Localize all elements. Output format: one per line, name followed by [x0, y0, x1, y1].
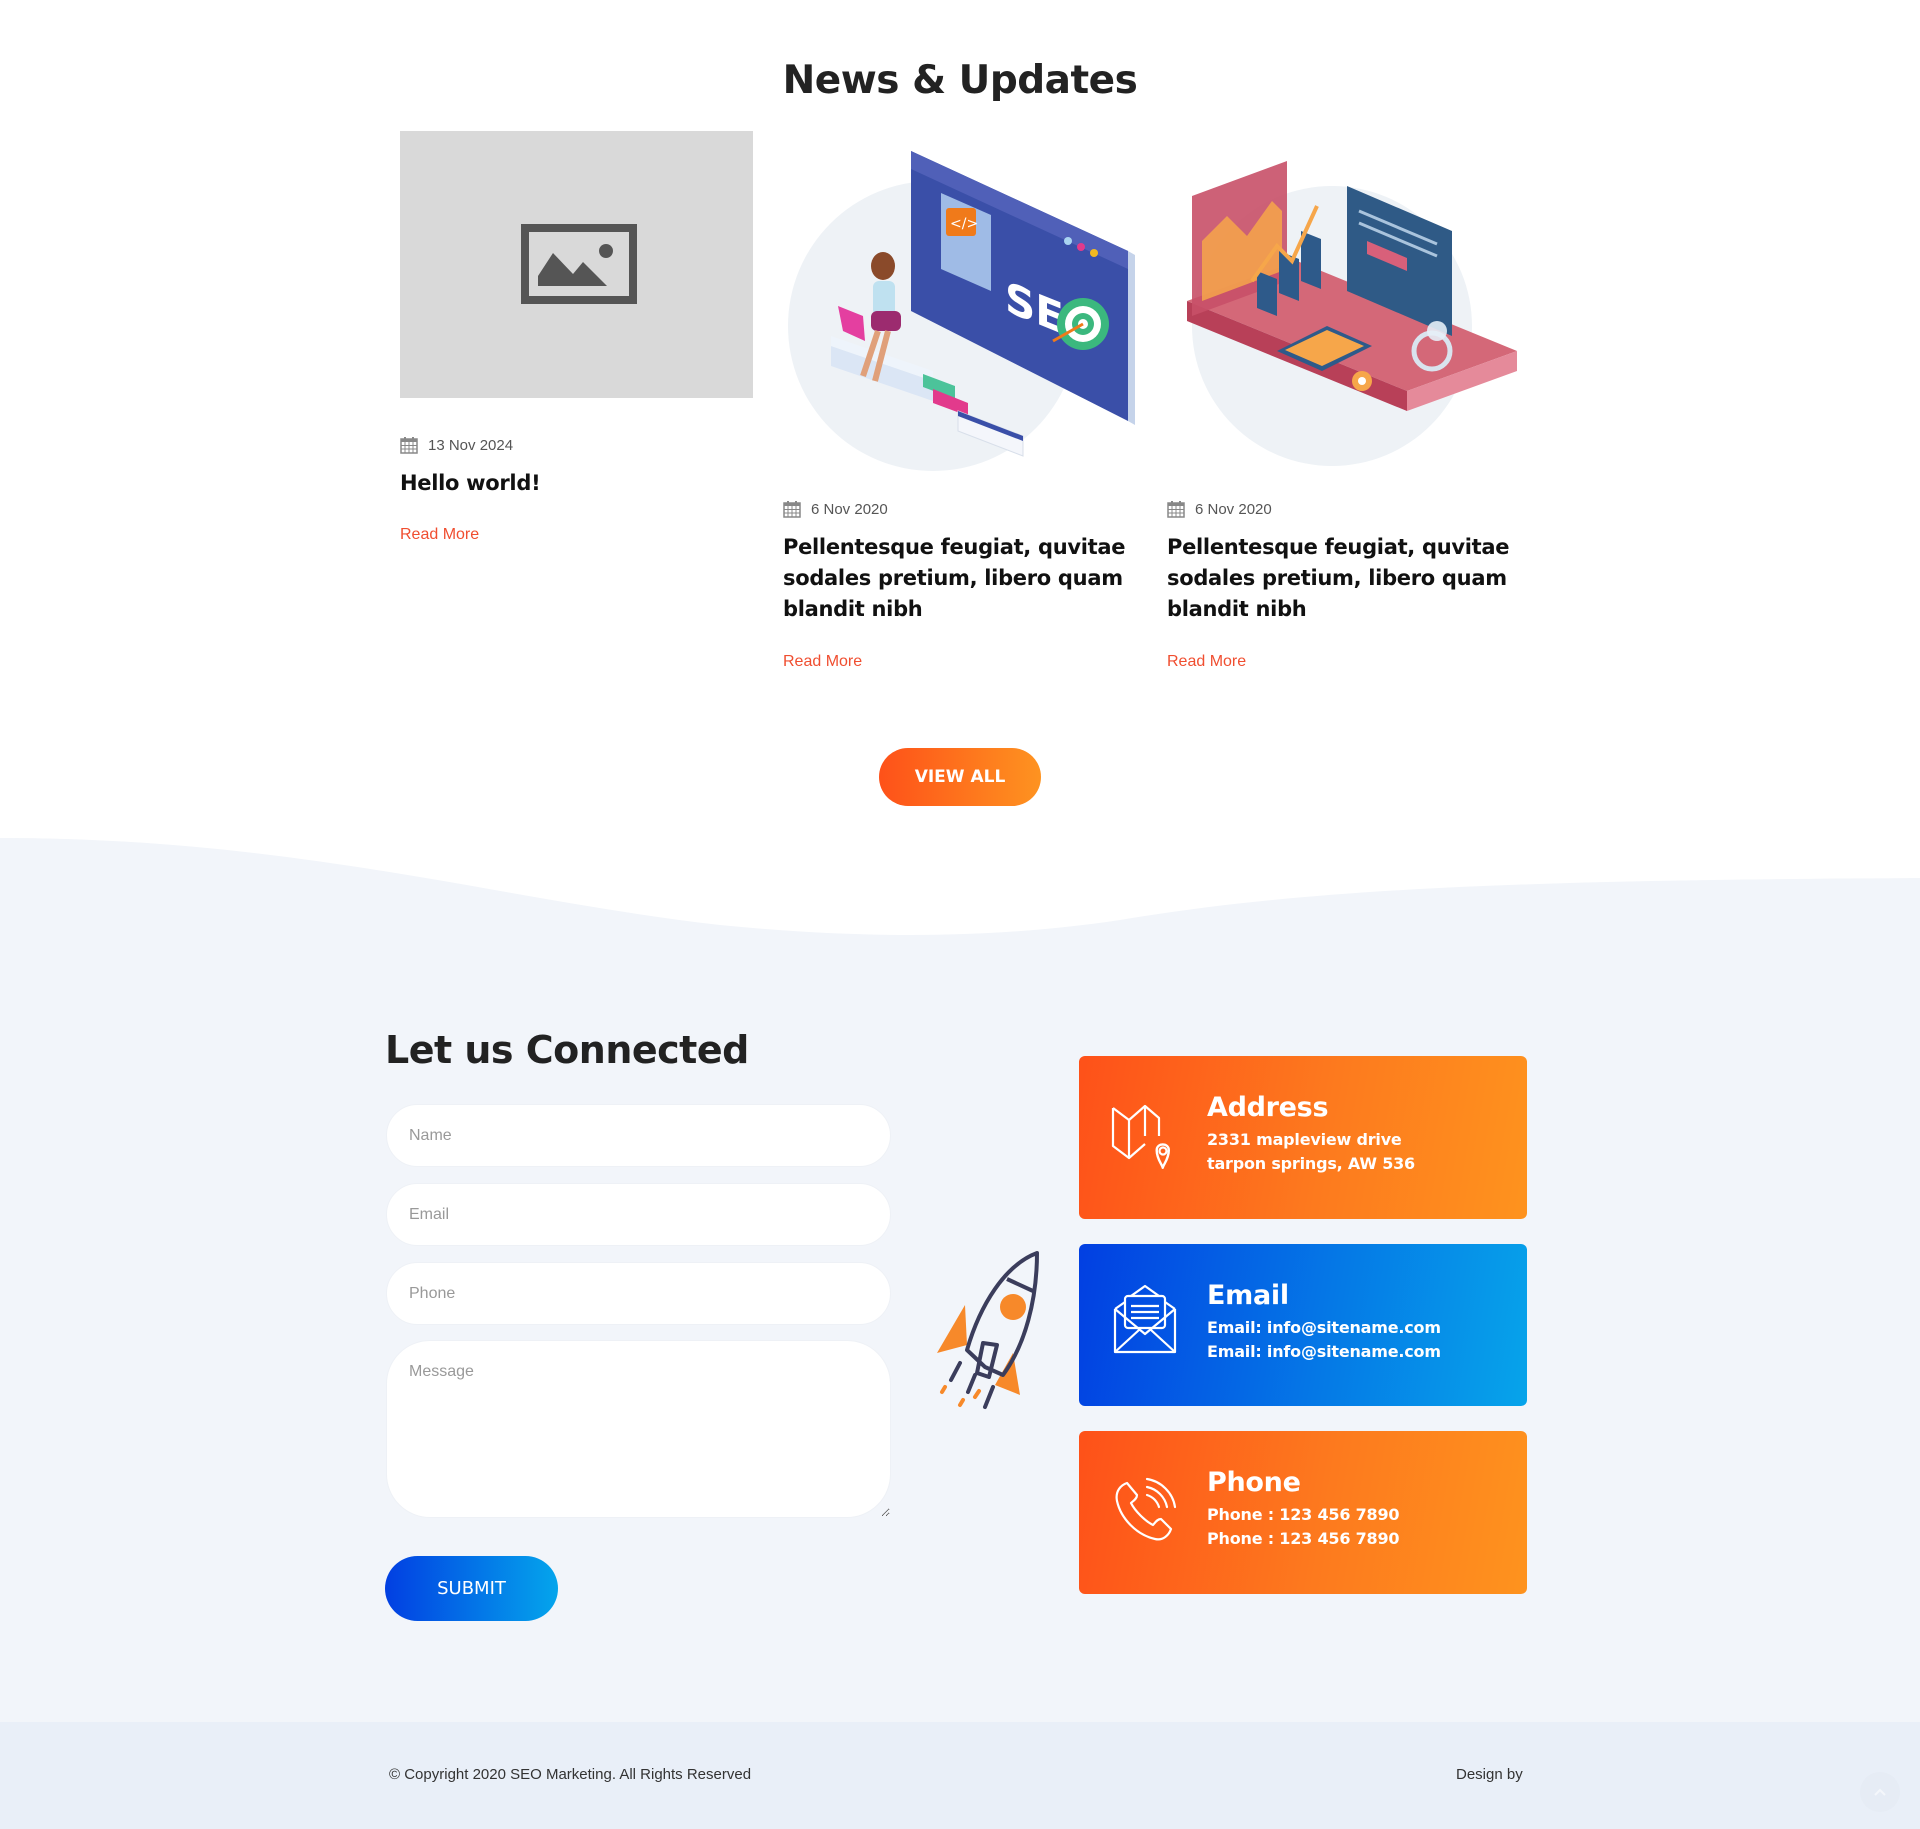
rocket-icon [937, 1251, 1039, 1409]
calendar-icon [400, 437, 418, 454]
news-card: 6 Nov 2020 Pellentesque feugiat, quvitae… [1167, 131, 1523, 671]
email-line-2[interactable]: Email: info@sitename.com [1207, 1340, 1441, 1364]
seo-illustration[interactable]: </> SE [783, 131, 1139, 471]
read-more-link[interactable]: Read More [783, 653, 862, 671]
marketing-illustration[interactable] [1167, 131, 1523, 471]
phone-input[interactable] [386, 1262, 891, 1325]
card-title: Phone [1207, 1467, 1301, 1498]
read-more-link[interactable]: Read More [1167, 653, 1246, 671]
post-date-text: 13 Nov 2024 [428, 436, 514, 454]
post-date-text: 6 Nov 2020 [811, 500, 888, 518]
view-all-button[interactable]: VIEW ALL [879, 748, 1041, 806]
news-section-title: News & Updates [782, 58, 1138, 103]
phone-icon [1115, 1477, 1177, 1541]
image-placeholder-icon [521, 224, 637, 304]
message-textarea[interactable] [386, 1340, 891, 1518]
address-card: Address 2331 mapleview drive tarpon spri… [1079, 1056, 1527, 1219]
post-title[interactable]: Hello world! [400, 468, 753, 499]
design-by-text: Design by [1456, 1766, 1523, 1783]
post-image-placeholder[interactable] [400, 131, 753, 398]
address-line-1: 2331 mapleview drive [1207, 1130, 1402, 1149]
address-line-2: tarpon springs, AW 536 [1207, 1154, 1415, 1173]
chevron-up-icon [1874, 1788, 1886, 1796]
email-line-1[interactable]: Email: info@sitename.com [1207, 1316, 1441, 1340]
footer [0, 1722, 1920, 1829]
card-title: Address [1207, 1092, 1329, 1123]
section-wave-divider [0, 838, 1920, 940]
post-title[interactable]: Pellentesque feugiat, quvitae sodales pr… [783, 532, 1139, 625]
scroll-to-top-button[interactable] [1860, 1772, 1900, 1812]
email-card: Email Email: info@sitename.com Email: in… [1079, 1244, 1527, 1406]
calendar-icon [783, 501, 801, 518]
news-card: </> SE 6 Nov 2020 Pellentesque feugiat, … [783, 131, 1139, 671]
phone-card: Phone Phone : 123 456 7890 Phone : 123 4… [1079, 1431, 1527, 1594]
svg-text:</>: </> [950, 216, 978, 232]
post-title[interactable]: Pellentesque feugiat, quvitae sodales pr… [1167, 532, 1523, 625]
email-input[interactable] [386, 1183, 891, 1246]
seo-illustration-graphic: </> SE [788, 151, 1135, 471]
post-date: 6 Nov 2020 [1167, 500, 1523, 518]
submit-button[interactable]: SUBMIT [385, 1556, 558, 1621]
envelope-icon [1113, 1284, 1177, 1354]
name-input[interactable] [386, 1104, 891, 1167]
phone-line-1[interactable]: Phone : 123 456 7890 [1207, 1503, 1400, 1527]
news-card: 13 Nov 2024 Hello world! Read More [400, 131, 753, 544]
post-date: 6 Nov 2020 [783, 500, 1139, 518]
phone-line-2[interactable]: Phone : 123 456 7890 [1207, 1527, 1400, 1551]
map-pin-icon [1111, 1104, 1171, 1170]
read-more-link[interactable]: Read More [400, 526, 479, 544]
calendar-icon [1167, 501, 1185, 518]
post-date: 13 Nov 2024 [400, 436, 753, 454]
post-date-text: 6 Nov 2020 [1195, 500, 1272, 518]
card-title: Email [1207, 1280, 1289, 1311]
copyright-text: © Copyright 2020 SEO Marketing. All Righ… [389, 1766, 752, 1783]
contact-section-title: Let us Connected [385, 1028, 749, 1072]
marketing-illustration-graphic [1187, 161, 1517, 466]
